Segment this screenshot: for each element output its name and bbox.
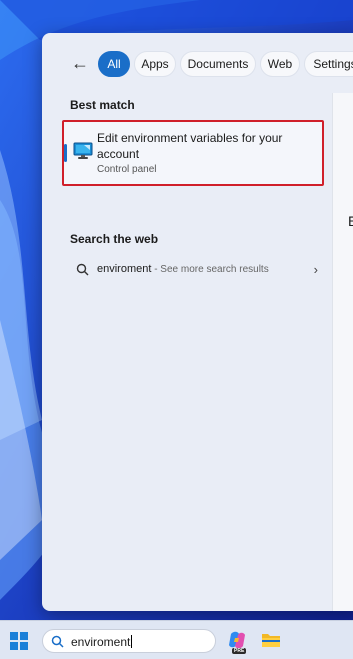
- see-more-label: - See more search results: [151, 264, 269, 275]
- arrow-left-icon[interactable]: ←: [68, 51, 92, 75]
- results-list: Best match Edit environment variables fo…: [42, 93, 332, 611]
- preview-pane: E: [332, 93, 353, 611]
- tab-documents[interactable]: Documents: [180, 51, 256, 77]
- search-text: enviroment: [71, 635, 131, 649]
- file-explorer-icon[interactable]: [261, 632, 281, 648]
- web-search-text: enviroment - See more search results: [97, 263, 269, 275]
- preview-title-fragment: E: [348, 213, 353, 229]
- tab-settings[interactable]: Settings: [304, 51, 353, 77]
- search-icon: [76, 263, 89, 276]
- search-icon: [51, 635, 64, 648]
- taskbar-search-input[interactable]: enviroment: [42, 629, 216, 653]
- chevron-right-icon[interactable]: ›: [314, 262, 318, 277]
- copilot-icon[interactable]: [227, 630, 247, 650]
- tab-all[interactable]: All: [98, 51, 130, 77]
- windows-start-icon[interactable]: [10, 632, 28, 650]
- start-search-panel: ← All Apps Documents Web Settings Best m…: [42, 33, 353, 611]
- text-caret: [131, 635, 133, 648]
- web-search-result[interactable]: enviroment - See more search results ›: [62, 256, 324, 284]
- preview-badge: PRE: [232, 648, 247, 654]
- best-match-heading: Best match: [70, 98, 135, 112]
- taskbar: enviroment PRE: [0, 620, 353, 659]
- taskbar-search-value: enviroment: [71, 635, 133, 649]
- search-web-heading: Search the web: [70, 232, 159, 246]
- selection-indicator: [64, 144, 67, 162]
- best-match-title: Edit environment variables for your acco…: [97, 131, 283, 161]
- web-search-term: enviroment: [97, 263, 152, 275]
- tab-apps[interactable]: Apps: [134, 51, 176, 77]
- filter-bar: ← All Apps Documents Web Settings: [42, 33, 353, 93]
- tab-web[interactable]: Web: [260, 51, 300, 77]
- monitor-settings-icon: [73, 142, 93, 159]
- best-match-result[interactable]: Edit environment variables for your acco…: [62, 120, 324, 186]
- best-match-subtitle: Control panel: [97, 164, 157, 175]
